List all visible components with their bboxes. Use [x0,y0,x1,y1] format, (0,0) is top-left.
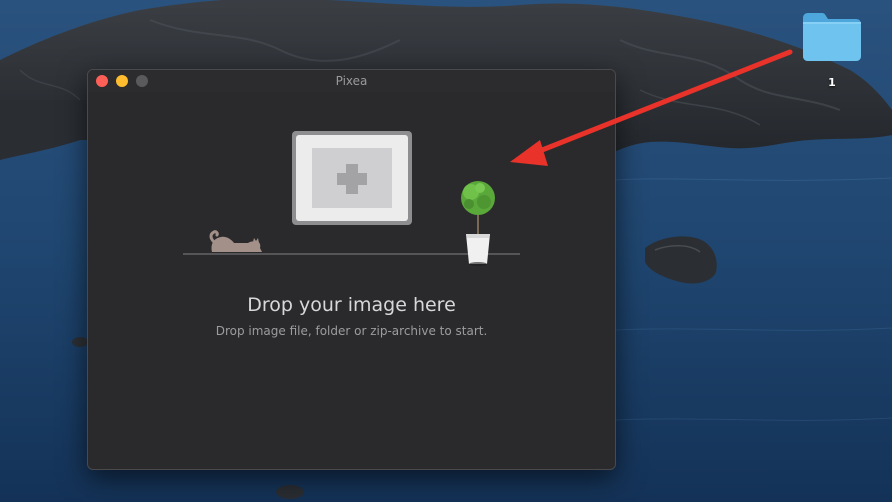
app-window: Pixea Drop your image here Drop image fi… [87,69,616,470]
title-bar[interactable]: Pixea [88,70,615,92]
desktop-folder[interactable]: 1 [800,10,864,94]
cat-icon [209,230,262,252]
add-image-icon [292,131,412,225]
drop-subtitle: Drop image file, folder or zip-archive t… [215,324,488,338]
desktop: 1 Pixea Drop your image here Drop image … [0,0,892,502]
desktop-folder-label: 1 [828,76,836,89]
drop-title: Drop your image here [247,294,456,316]
drop-zone[interactable]: Drop your image here Drop image file, fo… [88,92,615,469]
drop-illustration [183,131,520,266]
folder-icon [803,13,861,61]
window-title: Pixea [335,74,368,88]
